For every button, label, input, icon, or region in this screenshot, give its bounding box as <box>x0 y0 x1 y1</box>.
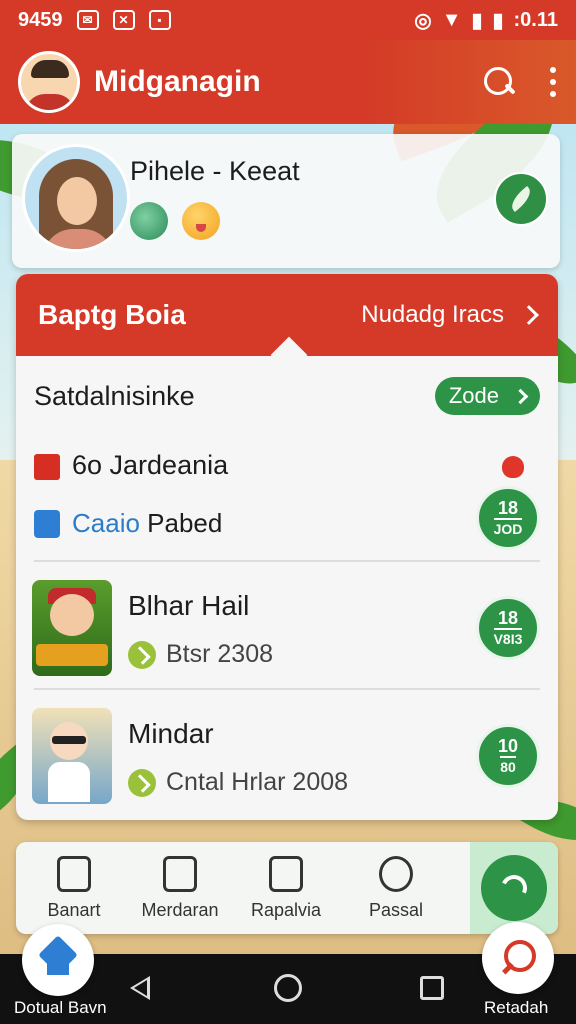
toolbar-item-label: Banart <box>47 900 101 920</box>
call-button[interactable] <box>470 842 558 934</box>
wifi-icon: ▼ <box>441 8 462 31</box>
card-header-title: Baptg Boia <box>38 299 186 330</box>
home-nav-icon[interactable] <box>274 974 302 1002</box>
zone-button[interactable]: Zode <box>434 377 540 415</box>
back-icon[interactable] <box>130 976 150 1000</box>
chevron-right-icon <box>519 305 539 325</box>
pencil-icon <box>57 856 91 892</box>
badge-bottom: V8I3 <box>493 628 523 647</box>
nav-right-label: Retadah <box>484 998 549 1017</box>
divider <box>34 560 540 562</box>
search-icon[interactable] <box>482 65 516 99</box>
toolbar-item-label: Merdaran <box>141 900 219 920</box>
search-icon <box>379 856 413 892</box>
message-icon: ✉ <box>76 10 99 30</box>
status-time: :0.11 <box>513 8 558 31</box>
item-subtitle: Caaio Pabed <box>72 508 222 539</box>
leaf-button[interactable] <box>494 172 548 226</box>
profile-card[interactable]: Pihele - Keeat <box>12 134 560 268</box>
toolbar-item-passal[interactable]: Passal <box>342 856 450 921</box>
avatar[interactable] <box>18 51 80 113</box>
section-title: Satdalnisinke <box>34 380 195 411</box>
tongue-emoji-icon <box>182 202 220 240</box>
check-icon <box>128 768 156 797</box>
apple-icon <box>502 456 524 478</box>
bookmark-icon <box>34 510 60 538</box>
toolbar-item-banart[interactable]: Banart <box>20 856 128 921</box>
check-icon <box>128 640 156 669</box>
item-subtitle-rest: Pabed <box>139 508 223 538</box>
badge-top: 10 <box>497 736 519 757</box>
count-badge[interactable]: 10 80 <box>476 724 540 788</box>
phone-icon <box>497 871 531 905</box>
more-options-icon[interactable] <box>550 67 558 97</box>
status-left-text: 9459 <box>18 8 63 31</box>
game-thumbnail <box>32 708 112 804</box>
parrot-icon <box>130 202 168 240</box>
home-button[interactable] <box>22 924 94 996</box>
alarm-icon: ◎ <box>414 9 432 32</box>
battery-icon: ▮ <box>492 9 504 32</box>
item-subtitle-link[interactable]: Caaio <box>72 508 140 538</box>
red-square-icon <box>34 454 60 480</box>
list-item[interactable]: 6o Jardeania Caaio Pabed 18 JOD <box>16 434 558 554</box>
notification-icon: ✕ <box>112 10 135 30</box>
status-bar: 9459 ✉ ✕ ▪ ◎ ▼ ▮ ▮ :0.11 <box>0 0 576 40</box>
action-toolbar: Banart Merdaran Rapalvia Passal <box>16 842 558 934</box>
zone-label: Zode <box>448 383 499 408</box>
item-meta: Cntal Hrlar 2008 <box>166 768 349 796</box>
item-title: Blhar Hail <box>128 590 250 621</box>
card-header-link[interactable]: Nudadg Iracs <box>361 301 539 329</box>
app-bar: Midganagin <box>0 40 576 124</box>
count-badge[interactable]: 18 JOD <box>476 486 540 550</box>
item-meta: Btsr 2308 <box>166 640 274 668</box>
badge-top: 18 <box>497 608 519 629</box>
badge-top: 18 <box>497 498 519 519</box>
divider <box>34 688 540 690</box>
toolbar-item-merdaran[interactable]: Merdaran <box>126 856 234 921</box>
home-icon <box>41 945 75 975</box>
share-icon <box>269 856 303 892</box>
toolbar-item-label: Rapalvia <box>250 900 322 920</box>
profile-photo[interactable] <box>22 144 130 252</box>
chevron-right-icon <box>512 388 529 404</box>
game-thumbnail <box>32 580 112 676</box>
badge-bottom: 80 <box>500 756 516 775</box>
badge-bottom: JOD <box>493 518 523 537</box>
profile-name: Pihele - Keeat <box>130 156 300 186</box>
signal-icon: ▮ <box>471 9 483 32</box>
list-item[interactable]: Blhar Hail Btsr 2308 18 V8I3 <box>16 564 558 690</box>
search-icon <box>500 940 536 976</box>
toolbar-item-label: Passal <box>368 900 424 920</box>
item-title: Mindar <box>128 718 214 749</box>
section-row: Satdalnisinke Zode <box>16 366 558 426</box>
count-badge[interactable]: 18 V8I3 <box>476 596 540 660</box>
list-item[interactable]: Mindar Cntal Hrlar 2008 10 80 <box>16 692 558 818</box>
search-button[interactable] <box>482 922 554 994</box>
toolbar-item-rapalvia[interactable]: Rapalvia <box>232 856 340 921</box>
item-title: 6o Jardeania <box>72 450 229 480</box>
app-title: Midganagin <box>94 65 261 98</box>
card-header-link-label: Nudadg Iracs <box>361 301 504 328</box>
nav-left-label: Dotual Bavn <box>14 998 107 1017</box>
recent-apps-icon[interactable] <box>420 976 444 1000</box>
photo-icon: ▪ <box>148 10 171 30</box>
document-icon <box>163 856 197 892</box>
main-card: Baptg Boia Nudadg Iracs Satdalnisinke Zo… <box>16 274 558 820</box>
leaf-icon <box>507 186 535 212</box>
